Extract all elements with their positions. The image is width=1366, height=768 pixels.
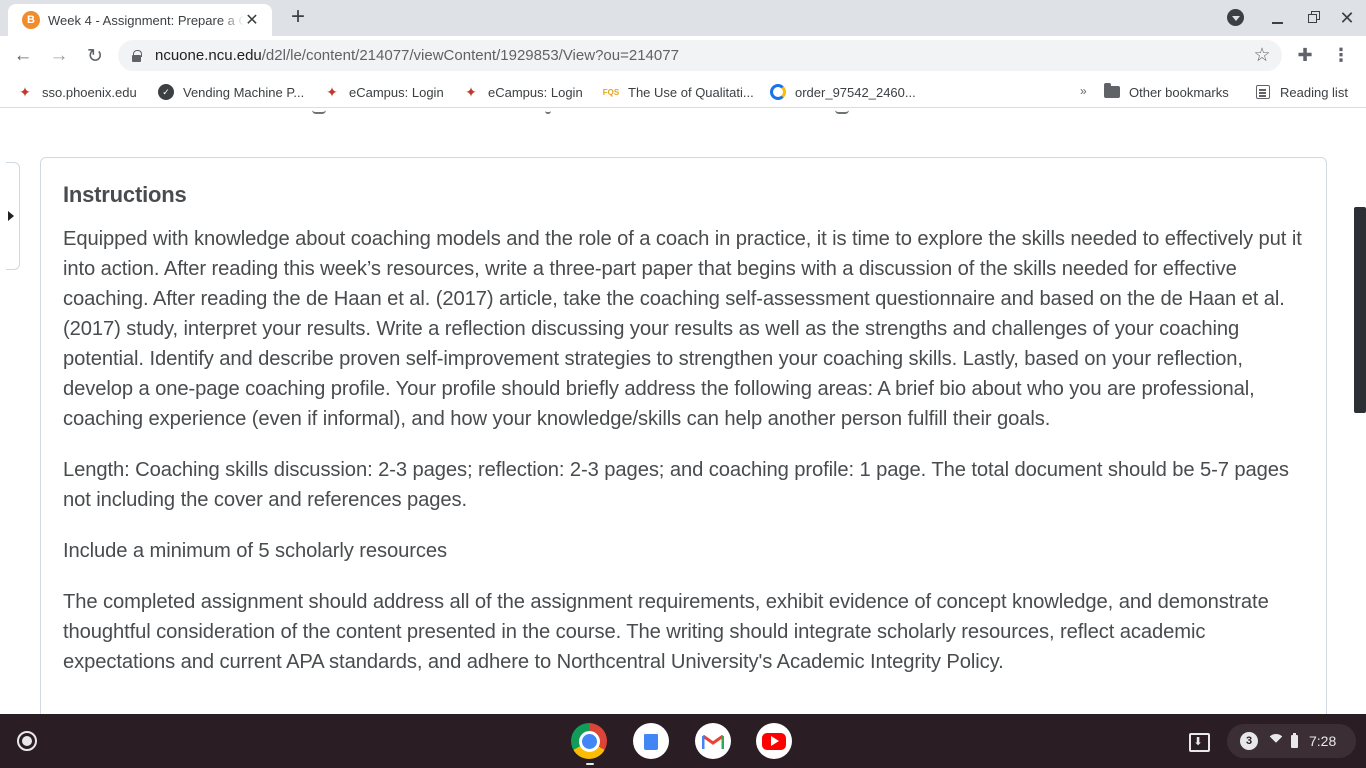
address-bar[interactable]: ncuone.ncu.edu/d2l/le/content/214077/vie… — [118, 40, 1282, 71]
youtube-icon[interactable] — [756, 723, 792, 759]
battery-icon — [1291, 732, 1298, 748]
other-bookmarks[interactable]: Other bookmarks — [1104, 82, 1229, 102]
status-tray[interactable]: 3 7:28 — [1227, 724, 1356, 758]
tab-title: Week 4 - Assignment: Prepare a Coaching … — [48, 12, 244, 28]
gmail-icon[interactable] — [695, 723, 731, 759]
reload-icon[interactable]: ↻ — [83, 44, 107, 68]
reading-list[interactable]: Reading list — [1255, 82, 1348, 102]
forward-arrow-icon[interactable]: → — [47, 44, 71, 68]
tab-close-icon[interactable]: ✕ — [242, 10, 262, 30]
fqs-icon: FQS — [602, 87, 620, 97]
instructions-card: Instructions Equipped with knowledge abo… — [40, 157, 1327, 714]
bookmark-star-icon[interactable]: ☆ — [1251, 44, 1273, 66]
brightspace-favicon-icon: B — [22, 11, 40, 29]
more-menu-icon[interactable]: ⋮ — [1331, 44, 1351, 66]
close-window-button[interactable]: ✕ — [1335, 6, 1359, 30]
tote-icon[interactable]: ⬇ — [1186, 730, 1210, 752]
launcher-icon[interactable] — [17, 731, 37, 751]
folder-icon — [1104, 83, 1120, 98]
phoenix-icon: ✦ — [326, 83, 338, 100]
bookmark-ecampus-2[interactable]: ✦ eCampus: Login — [463, 82, 583, 102]
new-tab-button[interactable]: + — [286, 5, 310, 29]
back-arrow-icon[interactable]: ← — [11, 44, 35, 68]
bookmarks-bar: ✦ sso.phoenix.edu ✓ Vending Machine P...… — [0, 76, 1366, 108]
bookmark-sso-phoenix[interactable]: ✦ sso.phoenix.edu — [17, 82, 137, 102]
side-panel-toggle[interactable] — [6, 162, 20, 270]
circle-check-icon — [770, 84, 786, 100]
tab-search-dropdown-icon[interactable] — [1227, 9, 1244, 26]
tab-strip: B Week 4 - Assignment: Prepare a Coachin… — [0, 0, 1366, 36]
active-app-indicator — [586, 763, 594, 765]
browser-toolbar: ← → ↻ ncuone.ncu.edu/d2l/le/content/2140… — [0, 36, 1366, 76]
restore-button[interactable] — [1300, 6, 1324, 30]
vending-icon: ✓ — [158, 84, 174, 100]
clipped-element — [312, 110, 326, 114]
clipped-element — [545, 110, 551, 114]
url-text[interactable]: ncuone.ncu.edu/d2l/le/content/214077/vie… — [155, 47, 679, 64]
bookmark-vending-machine[interactable]: ✓ Vending Machine P... — [158, 82, 304, 102]
page-scrollbar[interactable] — [1354, 207, 1366, 413]
page-content: Instructions Equipped with knowledge abo… — [0, 108, 1366, 714]
length-paragraph: Length: Coaching skills discussion: 2-3 … — [63, 459, 1289, 511]
instructions-paragraph: Equipped with knowledge about coaching m… — [63, 228, 1302, 430]
phoenix-icon: ✦ — [465, 83, 477, 100]
browser-tab[interactable]: B Week 4 - Assignment: Prepare a Coachin… — [8, 4, 272, 36]
wifi-icon — [1267, 734, 1285, 748]
notification-count-badge: 3 — [1240, 732, 1258, 750]
chrome-icon[interactable] — [571, 723, 607, 759]
resources-paragraph: Include a minimum of 5 scholarly resourc… — [63, 540, 448, 562]
instructions-body: Equipped with knowledge about coaching m… — [63, 224, 1313, 698]
clock: 7:28 — [1309, 733, 1337, 749]
reading-list-icon — [1256, 85, 1270, 99]
phoenix-icon: ✦ — [19, 83, 31, 100]
extensions-puzzle-icon[interactable]: ✚ — [1294, 44, 1316, 66]
bookmark-qualitative[interactable]: FQS The Use of Qualitati... — [601, 82, 754, 102]
os-shelf: ⬇ 3 7:28 — [0, 714, 1366, 768]
expectations-paragraph: The completed assignment should address … — [63, 591, 1269, 673]
bookmarks-overflow-icon[interactable]: » — [1080, 84, 1087, 98]
bookmark-ecampus-1[interactable]: ✦ eCampus: Login — [324, 82, 444, 102]
clipped-element — [835, 110, 849, 114]
minimize-button[interactable] — [1265, 6, 1289, 30]
google-docs-icon[interactable] — [633, 723, 669, 759]
bookmark-order[interactable]: order_97542_2460... — [770, 82, 916, 102]
instructions-heading: Instructions — [63, 182, 187, 207]
lock-icon[interactable] — [132, 49, 142, 62]
